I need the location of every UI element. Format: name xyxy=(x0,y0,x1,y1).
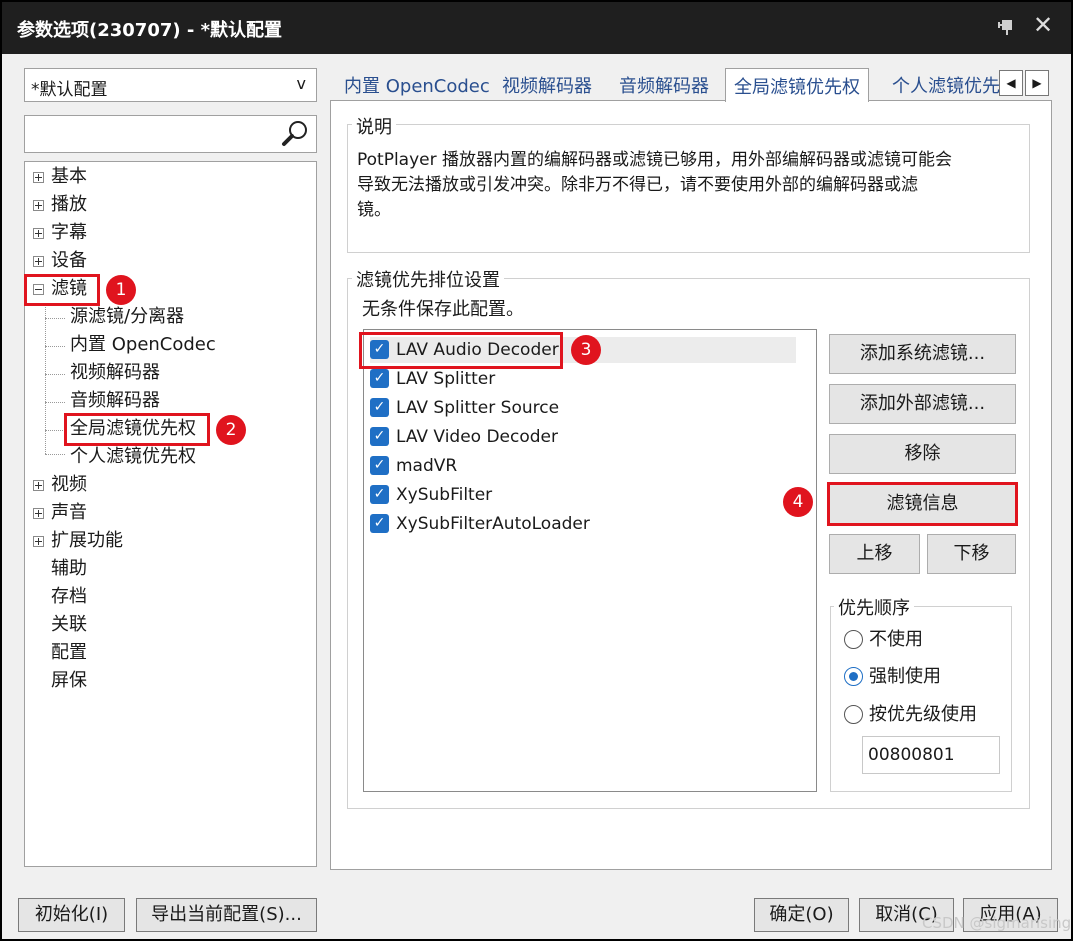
tab-video-decoder[interactable]: 视频解码器 xyxy=(502,72,592,98)
expand-icon[interactable] xyxy=(33,536,44,547)
search-input[interactable] xyxy=(24,115,317,153)
radio-off-icon[interactable] xyxy=(844,630,863,649)
checkbox-checked[interactable]: ✓ xyxy=(370,398,389,417)
profile-select[interactable]: *默认配置 v xyxy=(24,68,317,102)
tree-guide-line xyxy=(45,430,65,431)
expand-icon[interactable] xyxy=(33,508,44,519)
annotation-box-2 xyxy=(64,413,210,446)
tree-item-assist[interactable]: 辅助 xyxy=(51,556,87,582)
tab-personal-filter-priority[interactable]: 个人滤镜优先 xyxy=(892,72,1000,98)
checkbox-checked[interactable]: ✓ xyxy=(370,369,389,388)
checkbox-checked[interactable]: ✓ xyxy=(370,427,389,446)
priority-group-title: 滤镜优先排位设置 xyxy=(352,266,504,292)
profile-select-value: *默认配置 xyxy=(31,80,108,100)
annotation-badge-4: 4 xyxy=(783,487,813,517)
tree-guide-line xyxy=(45,318,65,319)
preferences-window: 参数选项(230707) - *默认配置 ✕ *默认配置 v 基本 播放 字幕 … xyxy=(0,0,1073,941)
expand-icon[interactable] xyxy=(33,256,44,267)
description-group-title: 说明 xyxy=(352,113,396,139)
checkbox-checked[interactable]: ✓ xyxy=(370,514,389,533)
filter-list[interactable]: ✓ LAV Audio Decoder ✓ LAV Splitter ✓ LAV… xyxy=(363,329,817,792)
tree-item-personal-filter-priority[interactable]: 个人滤镜优先权 xyxy=(70,444,196,470)
annotation-box-3 xyxy=(359,332,563,369)
tab-global-filter-priority[interactable]: 全局滤镜优先权 xyxy=(725,68,869,102)
tree-item-audio-decoder[interactable]: 音频解码器 xyxy=(70,388,160,414)
tree-item-screensaver[interactable]: 屏保 xyxy=(51,668,87,694)
tree-item-video-decoder[interactable]: 视频解码器 xyxy=(70,360,160,386)
pin-icon[interactable] xyxy=(996,17,1016,37)
tree-guide-line xyxy=(45,304,46,454)
watermark: CSDN @sigmarising xyxy=(922,914,1072,932)
merit-value-field[interactable]: 00800801 xyxy=(862,736,1000,774)
expand-icon[interactable] xyxy=(33,228,44,239)
ok-button[interactable]: 确定(O) xyxy=(754,898,849,932)
export-config-button[interactable]: 导出当前配置(S)... xyxy=(136,898,317,932)
tree-guide-line xyxy=(45,402,65,403)
tree-item-opencodec[interactable]: 内置 OpenCodec xyxy=(70,332,216,358)
tree-item-config[interactable]: 配置 xyxy=(51,640,87,666)
annotation-badge-3: 3 xyxy=(571,335,601,365)
annotation-badge-2: 2 xyxy=(216,415,246,445)
move-up-button[interactable]: 上移 xyxy=(829,534,920,574)
magnifier-icon[interactable] xyxy=(280,119,310,149)
tree-item-source-filter[interactable]: 源滤镜/分离器 xyxy=(70,304,184,330)
expand-icon[interactable] xyxy=(33,200,44,211)
tab-strip: 内置 OpenCodec 视频解码器 音频解码器 全局滤镜优先权 个人滤镜优先 xyxy=(332,68,1052,102)
window-title: 参数选项(230707) - *默认配置 xyxy=(17,20,283,41)
radio-on-icon[interactable] xyxy=(844,667,863,686)
priority-order-title: 优先顺序 xyxy=(834,594,914,620)
remove-button[interactable]: 移除 xyxy=(829,434,1016,474)
tree-item-archive[interactable]: 存档 xyxy=(51,584,87,610)
annotation-badge-1: 1 xyxy=(106,275,136,305)
title-bar: 参数选项(230707) - *默认配置 ✕ xyxy=(2,2,1071,54)
chevron-down-icon: v xyxy=(296,74,306,93)
tree-guide-line xyxy=(45,346,65,347)
checkbox-checked[interactable]: ✓ xyxy=(370,485,389,504)
tree-item-association[interactable]: 关联 xyxy=(51,612,87,638)
priority-note: 无条件保存此配置。 xyxy=(362,299,524,320)
settings-tree: 基本 播放 字幕 设备 滤镜 源滤镜/分离器 内置 OpenCodec 视频解码… xyxy=(24,161,317,867)
annotation-box-1 xyxy=(24,274,100,306)
tree-guide-line xyxy=(45,454,65,455)
radio-off-icon[interactable] xyxy=(844,705,863,724)
expand-icon[interactable] xyxy=(33,480,44,491)
add-external-filter-button[interactable]: 添加外部滤镜... xyxy=(829,384,1016,424)
expand-icon[interactable] xyxy=(33,172,44,183)
tab-scroll-left-button[interactable]: ◀ xyxy=(999,70,1023,96)
add-system-filter-button[interactable]: 添加系统滤镜... xyxy=(829,334,1016,374)
tab-audio-decoder[interactable]: 音频解码器 xyxy=(619,72,709,98)
move-down-button[interactable]: 下移 xyxy=(927,534,1016,574)
checkbox-checked[interactable]: ✓ xyxy=(370,456,389,475)
initialize-button[interactable]: 初始化(I) xyxy=(18,898,125,932)
annotation-box-4 xyxy=(827,482,1018,526)
tree-guide-line xyxy=(45,374,65,375)
tab-scroll-right-button[interactable]: ▶ xyxy=(1025,70,1049,96)
tab-opencodec[interactable]: 内置 OpenCodec xyxy=(344,72,490,98)
description-text: PotPlayer 播放器内置的编解码器或滤镜已够用，用外部编解码器或滤镜可能会… xyxy=(357,150,953,220)
close-icon[interactable]: ✕ xyxy=(1032,13,1054,37)
